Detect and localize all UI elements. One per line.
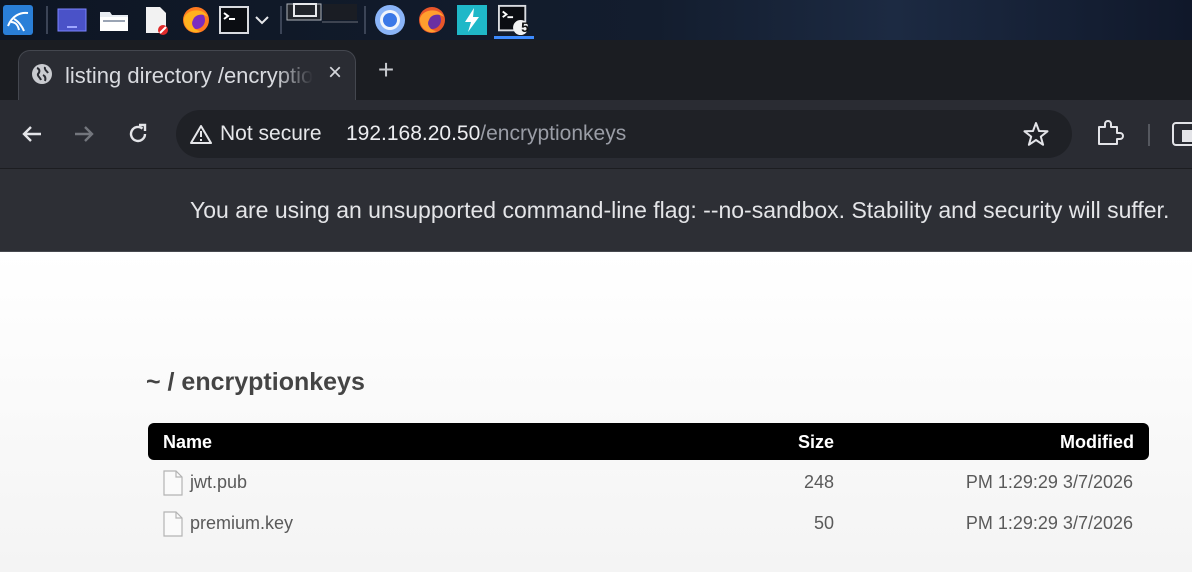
forward-button[interactable]: [68, 118, 100, 150]
workspace-switcher-icon[interactable]: [286, 2, 358, 36]
taskbar-separator: [280, 6, 282, 34]
site-security-indicator[interactable]: Not secure: [190, 120, 322, 148]
terminal-icon[interactable]: [218, 4, 250, 36]
table-row[interactable]: premium.key 50 PM 1:29:29 3/7/2026: [148, 501, 1149, 542]
url-host: 192.168.20.50: [346, 122, 481, 145]
burpsuite-icon[interactable]: [456, 4, 488, 36]
taskbar-separator: [46, 6, 48, 34]
page-content: ~ / encryptionkeys Name Size Modified jw…: [0, 252, 1192, 572]
desktop-icon[interactable]: [56, 4, 88, 36]
chevron-down-icon[interactable]: [250, 4, 274, 36]
warning-icon: [190, 125, 212, 144]
column-header-modified[interactable]: Modified: [1060, 432, 1134, 453]
chromium-icon[interactable]: [374, 4, 406, 36]
back-arrow-icon: [22, 126, 41, 142]
reload-button[interactable]: [122, 118, 154, 150]
url-path: /encryptionkeys: [480, 122, 627, 145]
column-header-size[interactable]: Size: [798, 432, 834, 453]
file-icon: [163, 511, 183, 537]
tab-strip: listing directory /encryptionkeys × +: [0, 40, 1192, 100]
file-size: 50: [813, 513, 834, 533]
workspace-badge: 5: [521, 19, 529, 35]
taskbar: 5: [0, 0, 1192, 40]
terminal-window-icon[interactable]: 5: [498, 4, 530, 36]
extensions-puzzle-icon[interactable]: [1094, 118, 1124, 148]
table-header: Name Size Modified: [148, 423, 1149, 460]
firefox-icon[interactable]: [180, 4, 212, 36]
tab-active[interactable]: listing directory /encryptionkeys ×: [18, 50, 356, 100]
toolbar-divider: [1148, 124, 1150, 146]
kali-menu-icon[interactable]: [2, 4, 34, 36]
column-header-name[interactable]: Name: [163, 432, 212, 453]
side-panel-icon[interactable]: [1170, 120, 1192, 148]
back-button[interactable]: [16, 118, 48, 150]
file-modified: PM 1:29:29 3/7/2026: [965, 472, 1133, 492]
address-bar[interactable]: Not secure 192.168.20.50/encryptionkeys: [176, 110, 1072, 158]
file-listing-table: Name Size Modified jwt.pub 248 PM 1:29:2…: [148, 423, 1149, 542]
infobar-warning: You are using an unsupported command-lin…: [0, 168, 1192, 252]
tab-close-button[interactable]: ×: [323, 59, 347, 87]
url-text[interactable]: 192.168.20.50/encryptionkeys: [346, 122, 626, 146]
not-secure-label: Not secure: [220, 122, 322, 145]
browser-toolbar: Not secure 192.168.20.50/encryptionkeys: [0, 100, 1192, 168]
file-icon: [163, 470, 183, 496]
file-size: 248: [803, 472, 834, 492]
firefox-window-icon[interactable]: [416, 4, 448, 36]
active-window-indicator: [494, 36, 534, 39]
file-manager-icon[interactable]: [98, 4, 130, 36]
taskbar-separator: [364, 6, 366, 34]
new-tab-button[interactable]: +: [372, 56, 400, 84]
globe-icon: [32, 64, 52, 84]
reload-icon: [129, 123, 147, 143]
tab-title: listing directory /encryptionkeys: [65, 63, 313, 88]
forward-arrow-icon: [75, 126, 94, 142]
text-editor-icon[interactable]: [140, 4, 172, 36]
file-name-link[interactable]: jwt.pub: [190, 472, 247, 493]
file-modified: PM 1:29:29 3/7/2026: [965, 513, 1133, 533]
infobar-message: You are using an unsupported command-lin…: [190, 197, 1170, 223]
page-title: ~ / encryptionkeys: [146, 368, 365, 396]
table-row[interactable]: jwt.pub 248 PM 1:29:29 3/7/2026: [148, 460, 1149, 501]
file-name-link[interactable]: premium.key: [190, 513, 293, 534]
bookmark-star-icon[interactable]: [1022, 120, 1050, 148]
